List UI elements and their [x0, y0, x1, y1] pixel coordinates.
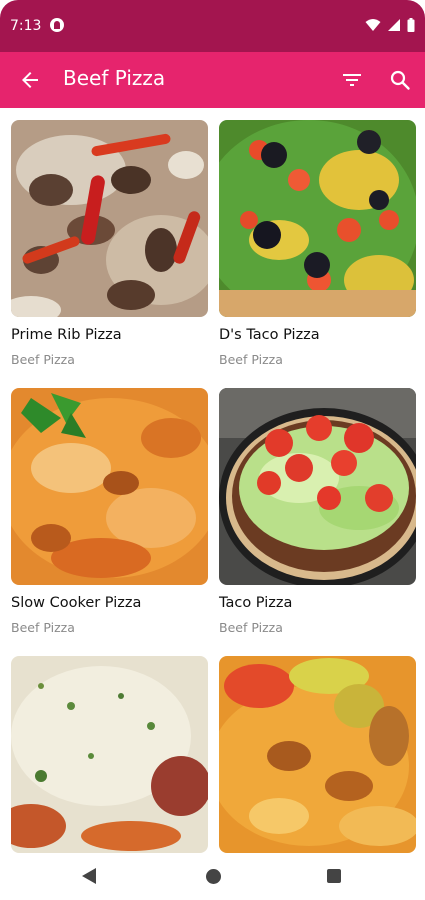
page-title: Beef Pizza: [63, 66, 166, 90]
recipe-card[interactable]: Taco Pizza Beef Pizza: [219, 388, 416, 635]
recipe-title: Prime Rib Pizza: [11, 327, 122, 343]
app-bar: Beef Pizza: [0, 52, 425, 108]
signal-icon: [388, 19, 400, 31]
recipe-photo: [11, 120, 208, 317]
system-nav-bar: [0, 855, 425, 900]
recipe-grid: Prime Rib Pizza Beef Pizza D's Taco Pizz…: [0, 110, 425, 855]
recipe-title: Slow Cooker Pizza: [11, 595, 142, 611]
recipe-card[interactable]: [219, 656, 416, 855]
recipe-title: Taco Pizza: [219, 595, 293, 611]
recipe-photo: [11, 656, 208, 853]
nav-home-icon[interactable]: [206, 869, 221, 884]
status-bar: 7:13: [0, 0, 425, 52]
status-icons: [365, 17, 415, 33]
recipe-card[interactable]: [11, 656, 208, 855]
recipe-category: Beef Pizza: [11, 620, 75, 635]
recipe-photo: [219, 388, 416, 585]
back-arrow-icon[interactable]: [18, 68, 42, 92]
nav-back-icon[interactable]: [81, 867, 97, 885]
recipe-card[interactable]: Slow Cooker Pizza Beef Pizza: [11, 388, 208, 635]
wifi-icon: [365, 19, 381, 31]
recipe-category: Beef Pizza: [219, 352, 283, 367]
battery-icon: [407, 18, 415, 32]
filter-icon[interactable]: [340, 68, 364, 92]
recipe-photo: [219, 120, 416, 317]
nav-recents-icon[interactable]: [327, 869, 341, 883]
search-icon[interactable]: [388, 68, 412, 92]
recipe-category: Beef Pizza: [219, 620, 283, 635]
recipe-card[interactable]: D's Taco Pizza Beef Pizza: [219, 120, 416, 367]
recipe-card[interactable]: Prime Rib Pizza Beef Pizza: [11, 120, 208, 367]
recipe-category: Beef Pizza: [11, 352, 75, 367]
recipe-photo: [219, 656, 416, 853]
app-notification-icon: [50, 18, 64, 32]
recipe-title: D's Taco Pizza: [219, 327, 320, 343]
status-time: 7:13: [10, 18, 42, 34]
recipe-photo: [11, 388, 208, 585]
